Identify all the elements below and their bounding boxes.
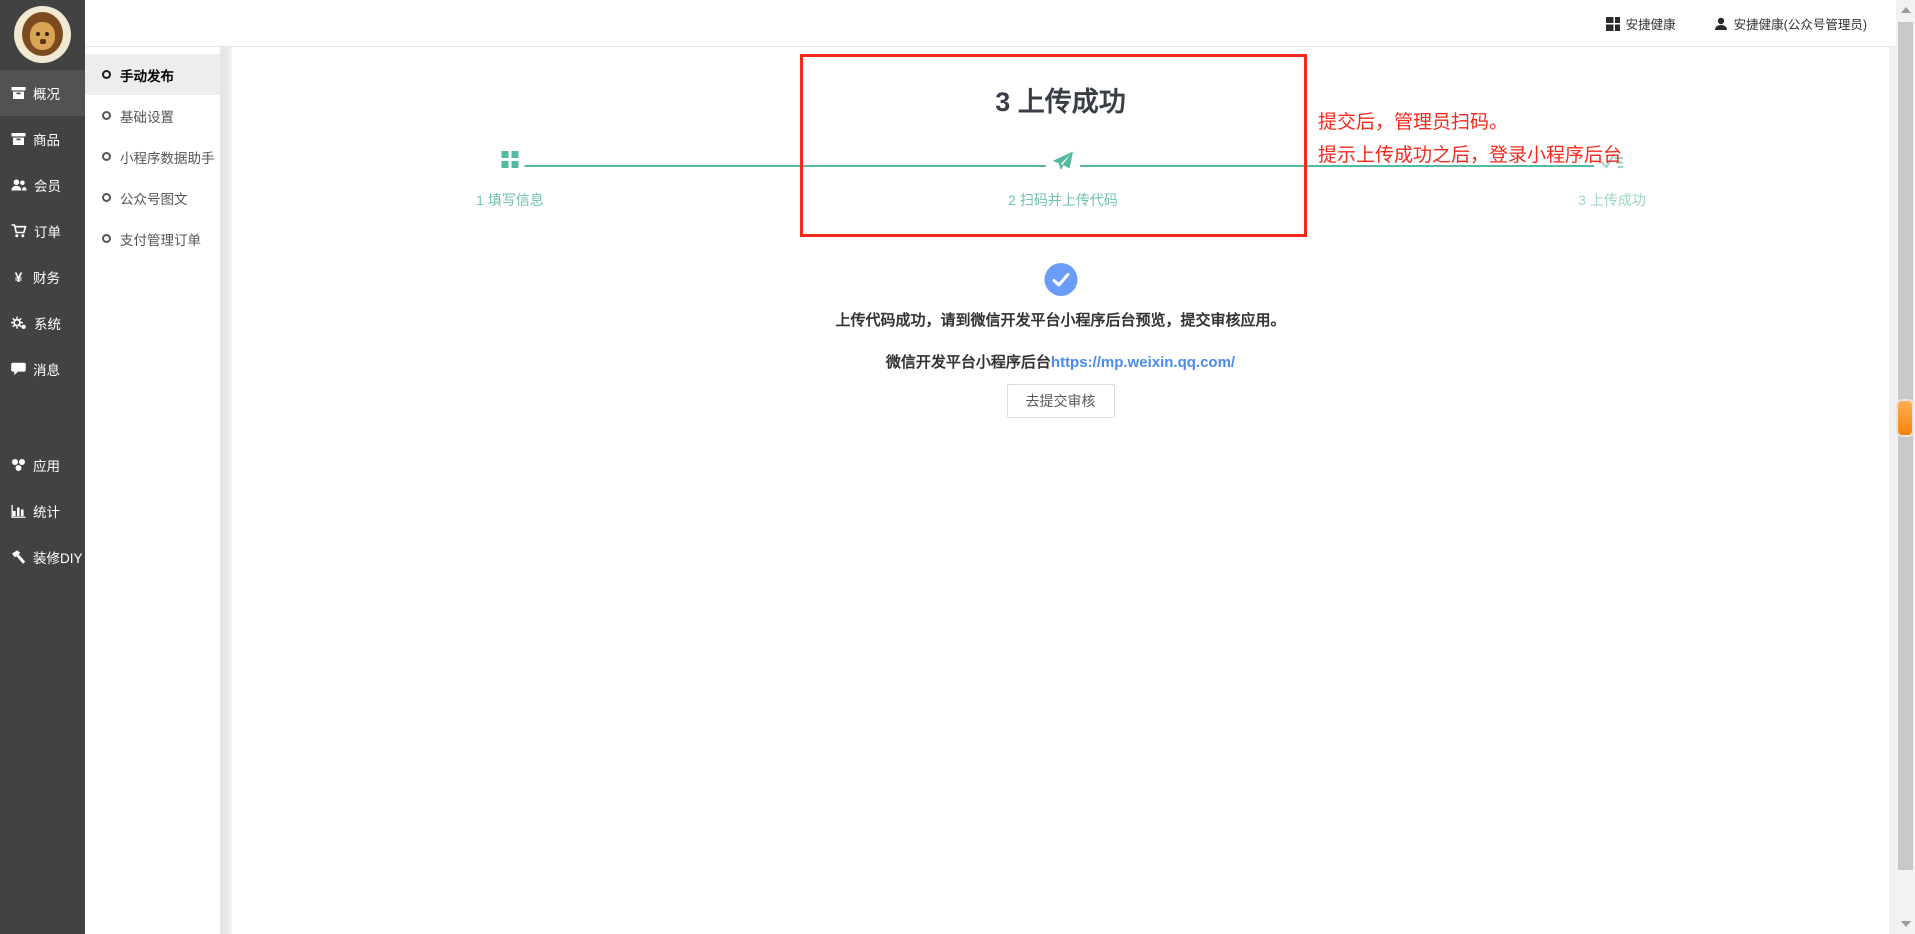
submenu-item-label: 支付管理订单: [120, 229, 201, 249]
lion-eye: [45, 32, 49, 36]
upload-success-message: 上传代码成功，请到微信开发平台小程序后台预览，提交审核应用。: [232, 309, 1889, 330]
sidebar-item-label: 会员: [34, 175, 61, 195]
submenu-item-manual-publish[interactable]: 手动发布: [85, 54, 220, 95]
go-submit-review-button[interactable]: 去提交审核: [1007, 384, 1115, 418]
sidebar-item-label: 系统: [34, 313, 61, 333]
step-label-1[interactable]: 1 填写信息: [476, 190, 544, 210]
orders-icon: [11, 224, 27, 238]
members-icon: [11, 178, 27, 192]
lion-face: [30, 22, 55, 50]
sidebar-item-finance[interactable]: ¥ 财务: [0, 254, 85, 300]
wizard-step-title: 3 上传成功: [995, 80, 1126, 119]
finance-icon: ¥: [11, 269, 26, 285]
lion-eye: [36, 32, 40, 36]
message-icon: [11, 362, 26, 376]
sidebar-nav-main: 概况 商品 会员: [0, 70, 85, 392]
submenu-item-label: 小程序数据助手: [120, 147, 215, 167]
grid-icon step1-icon: [496, 151, 525, 168]
system-icon: [11, 316, 27, 330]
circle-icon: [102, 152, 111, 161]
sidebar-nav-secondary: 应用 统计 装修DIY: [0, 442, 85, 580]
page: 安捷健康 安捷健康(公众号管理员): [0, 0, 1915, 934]
step-label-2[interactable]: 2 扫码并上传代码: [1008, 190, 1118, 210]
sidebar-item-stats[interactable]: 统计: [0, 488, 85, 534]
submenu-item-label: 手动发布: [120, 65, 174, 85]
sidebar-item-messages[interactable]: 消息: [0, 346, 85, 392]
submenu-scroll-strip[interactable]: [220, 47, 232, 934]
workspace-switcher[interactable]: 安捷健康: [1606, 14, 1676, 33]
checklist-icon step3-icon: [1594, 151, 1630, 171]
sidebar-item-label: 订单: [34, 221, 61, 241]
submenu-item-label: 公众号图文: [120, 188, 188, 208]
sidebar-item-label: 应用: [33, 455, 60, 475]
main-content: 3 上传成功 1 填写信息 2 扫码并上传代码 3 上传成功: [232, 47, 1889, 934]
scroll-down-arrow-icon[interactable]: [1901, 921, 1911, 927]
scroll-up-arrow-icon[interactable]: [1901, 7, 1911, 13]
header-right-group: 安捷健康 安捷健康(公众号管理员): [1606, 0, 1867, 47]
sidebar-item-apps[interactable]: 应用: [0, 442, 85, 488]
user-icon: [1714, 17, 1728, 31]
submenu-item-official-account-articles[interactable]: 公众号图文: [85, 177, 220, 218]
platform-link-prefix: 微信开发平台小程序后台: [886, 354, 1051, 371]
sidebar-item-label: 消息: [33, 359, 60, 379]
user-menu[interactable]: 安捷健康(公众号管理员): [1714, 14, 1867, 33]
success-check-icon: [1044, 263, 1077, 296]
grid-icon: [1606, 17, 1620, 31]
sidebar-item-orders[interactable]: 订单: [0, 208, 85, 254]
top-header: 安捷健康 安捷健康(公众号管理员): [0, 0, 1915, 47]
circle-icon: [102, 111, 111, 120]
scrollbar-thumb[interactable]: [1898, 22, 1913, 870]
sidebar-item-label: 财务: [33, 267, 60, 287]
workspace-label: 安捷健康: [1626, 14, 1676, 33]
submenu-item-basic-settings[interactable]: 基础设置: [85, 95, 220, 136]
goods-icon: [11, 132, 26, 146]
circle-icon: [102, 193, 111, 202]
sidebar-item-label: 装修DIY: [33, 547, 83, 567]
circle-icon: [102, 70, 111, 79]
sidebar-item-label: 商品: [33, 129, 60, 149]
submenu-item-miniprogram-data-assistant[interactable]: 小程序数据助手: [85, 136, 220, 177]
scrollbar-orange-marker[interactable]: [1896, 399, 1914, 437]
sidebar-item-system[interactable]: 系统: [0, 300, 85, 346]
weixin-platform-link[interactable]: https://mp.weixin.qq.com/: [1051, 354, 1235, 371]
submenu-item-label: 基础设置: [120, 106, 174, 126]
page-scrollbar[interactable]: [1896, 0, 1915, 934]
sidebar-item-overview[interactable]: 概况: [0, 70, 85, 116]
sidebar-item-goods[interactable]: 商品: [0, 116, 85, 162]
circle-icon: [102, 234, 111, 243]
platform-link-row: 微信开发平台小程序后台https://mp.weixin.qq.com/: [232, 351, 1889, 372]
sidebar-item-label: 概况: [33, 83, 60, 103]
lion-nose: [40, 39, 46, 44]
apps-icon: [11, 458, 26, 472]
step-label-3[interactable]: 3 上传成功: [1578, 190, 1646, 210]
sidebar-item-decorate-diy[interactable]: 装修DIY: [0, 534, 85, 580]
overview-icon: [11, 86, 26, 100]
primary-sidebar: 概况 商品 会员: [0, 0, 85, 934]
app-logo lion-logo[interactable]: [14, 6, 71, 63]
stats-icon: [11, 504, 26, 518]
submenu-item-payment-orders[interactable]: 支付管理订单: [85, 218, 220, 259]
sidebar-item-label: 统计: [33, 501, 60, 521]
sidebar-item-members[interactable]: 会员: [0, 162, 85, 208]
secondary-sidebar: 手动发布 基础设置 小程序数据助手 公众号图文 支付管理订单: [85, 47, 220, 934]
paper-plane-icon step2-icon: [1046, 151, 1080, 171]
decorate-icon: [11, 550, 26, 564]
user-label: 安捷健康(公众号管理员): [1734, 14, 1867, 33]
